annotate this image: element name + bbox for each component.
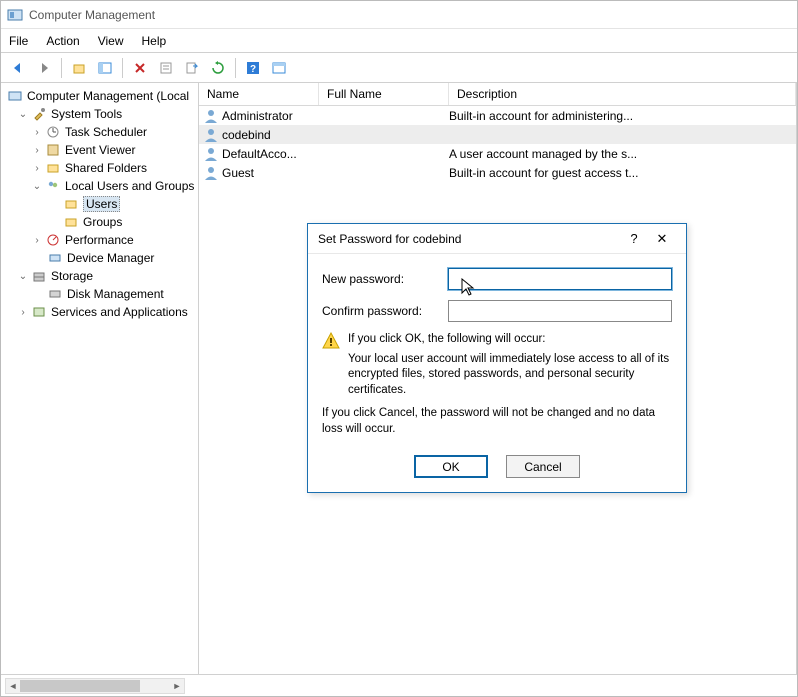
refresh-button[interactable] <box>207 57 229 79</box>
up-button[interactable] <box>68 57 90 79</box>
ok-button[interactable]: OK <box>414 455 488 478</box>
list-row[interactable]: Guest Built-in account for guest access … <box>199 163 796 182</box>
expand-toggle[interactable]: ⌄ <box>17 109 29 120</box>
horizontal-scrollbar[interactable]: ◄ ► <box>5 678 185 694</box>
scroll-thumb[interactable] <box>20 680 140 692</box>
column-name[interactable]: Name <box>199 83 319 105</box>
tree-pane: Computer Management (Local ⌄ System Tool… <box>1 83 199 674</box>
list-row[interactable]: Administrator Built-in account for admin… <box>199 106 796 125</box>
storage-icon <box>31 268 47 284</box>
warning-icon <box>322 332 340 398</box>
user-icon <box>203 146 219 162</box>
users-groups-icon <box>45 178 61 194</box>
toolbar-separator <box>122 58 123 78</box>
list-row[interactable]: DefaultAcco... A user account managed by… <box>199 144 796 163</box>
tools-icon <box>31 106 47 122</box>
set-password-dialog: Set Password for codebind ? ✕ New passwo… <box>307 223 687 493</box>
export-button[interactable] <box>181 57 203 79</box>
user-icon <box>203 165 219 181</box>
scroll-right-icon[interactable]: ► <box>171 680 183 692</box>
cancel-button[interactable]: Cancel <box>506 455 580 478</box>
view-button[interactable] <box>268 57 290 79</box>
list-header: Name Full Name Description <box>199 83 796 106</box>
expand-toggle[interactable]: › <box>31 163 43 174</box>
dialog-titlebar: Set Password for codebind ? ✕ <box>308 224 686 254</box>
tree-event-viewer[interactable]: › Event Viewer <box>3 141 196 159</box>
expand-toggle[interactable]: › <box>31 235 43 246</box>
folder-icon <box>63 196 79 212</box>
expand-toggle[interactable]: ⌄ <box>17 271 29 282</box>
event-icon <box>45 142 61 158</box>
new-password-input[interactable] <box>448 268 672 290</box>
tree-performance[interactable]: › Performance <box>3 231 196 249</box>
toolbar: ? <box>1 53 797 83</box>
warning-text: If you click OK, the following will occu… <box>348 332 672 398</box>
device-icon <box>47 250 63 266</box>
window-titlebar: Computer Management <box>1 1 797 29</box>
clock-icon <box>45 124 61 140</box>
menu-view[interactable]: View <box>98 34 124 48</box>
menu-help[interactable]: Help <box>142 34 167 48</box>
scroll-left-icon[interactable]: ◄ <box>7 680 19 692</box>
shared-folder-icon <box>45 160 61 176</box>
tree-groups[interactable]: Groups <box>3 213 196 231</box>
help-button[interactable]: ? <box>242 57 264 79</box>
column-description[interactable]: Description <box>449 83 796 105</box>
menu-action[interactable]: Action <box>46 34 79 48</box>
performance-icon <box>45 232 61 248</box>
column-full-name[interactable]: Full Name <box>319 83 449 105</box>
computer-icon <box>7 88 23 104</box>
expand-toggle[interactable]: › <box>31 127 43 138</box>
properties-button[interactable] <box>155 57 177 79</box>
tree-system-tools[interactable]: ⌄ System Tools <box>3 105 196 123</box>
confirm-password-input[interactable] <box>448 300 672 322</box>
tree-users[interactable]: Users <box>3 195 196 213</box>
cancel-info-text: If you click Cancel, the password will n… <box>322 406 672 437</box>
toolbar-separator <box>61 58 62 78</box>
menubar: File Action View Help <box>1 29 797 53</box>
back-button[interactable] <box>7 57 29 79</box>
app-icon <box>7 7 23 23</box>
dialog-close-button[interactable]: ✕ <box>648 231 676 247</box>
dialog-title: Set Password for codebind <box>318 232 620 246</box>
tree-disk-management[interactable]: Disk Management <box>3 285 196 303</box>
tree-storage[interactable]: ⌄ Storage <box>3 267 196 285</box>
tree-root[interactable]: Computer Management (Local <box>3 87 196 105</box>
window-title: Computer Management <box>29 8 155 22</box>
toolbar-separator <box>235 58 236 78</box>
statusbar: ◄ ► <box>1 674 797 696</box>
list-row[interactable]: codebind <box>199 125 796 144</box>
tree-task-scheduler[interactable]: › Task Scheduler <box>3 123 196 141</box>
show-hide-tree-button[interactable] <box>94 57 116 79</box>
dialog-help-button[interactable]: ? <box>620 231 648 246</box>
tree-device-manager[interactable]: Device Manager <box>3 249 196 267</box>
tree-services-apps[interactable]: › Services and Applications <box>3 303 196 321</box>
delete-button[interactable] <box>129 57 151 79</box>
services-icon <box>31 304 47 320</box>
tree-shared-folders[interactable]: › Shared Folders <box>3 159 196 177</box>
new-password-label: New password: <box>322 272 448 286</box>
user-icon <box>203 108 219 124</box>
confirm-password-label: Confirm password: <box>322 304 448 318</box>
svg-text:?: ? <box>250 64 256 75</box>
forward-button[interactable] <box>33 57 55 79</box>
expand-toggle[interactable]: › <box>31 145 43 156</box>
expand-toggle[interactable]: ⌄ <box>31 181 43 192</box>
tree-local-users-groups[interactable]: ⌄ Local Users and Groups <box>3 177 196 195</box>
folder-icon <box>63 214 79 230</box>
expand-toggle[interactable]: › <box>17 307 29 318</box>
menu-file[interactable]: File <box>9 34 28 48</box>
user-icon <box>203 127 219 143</box>
disk-icon <box>47 286 63 302</box>
